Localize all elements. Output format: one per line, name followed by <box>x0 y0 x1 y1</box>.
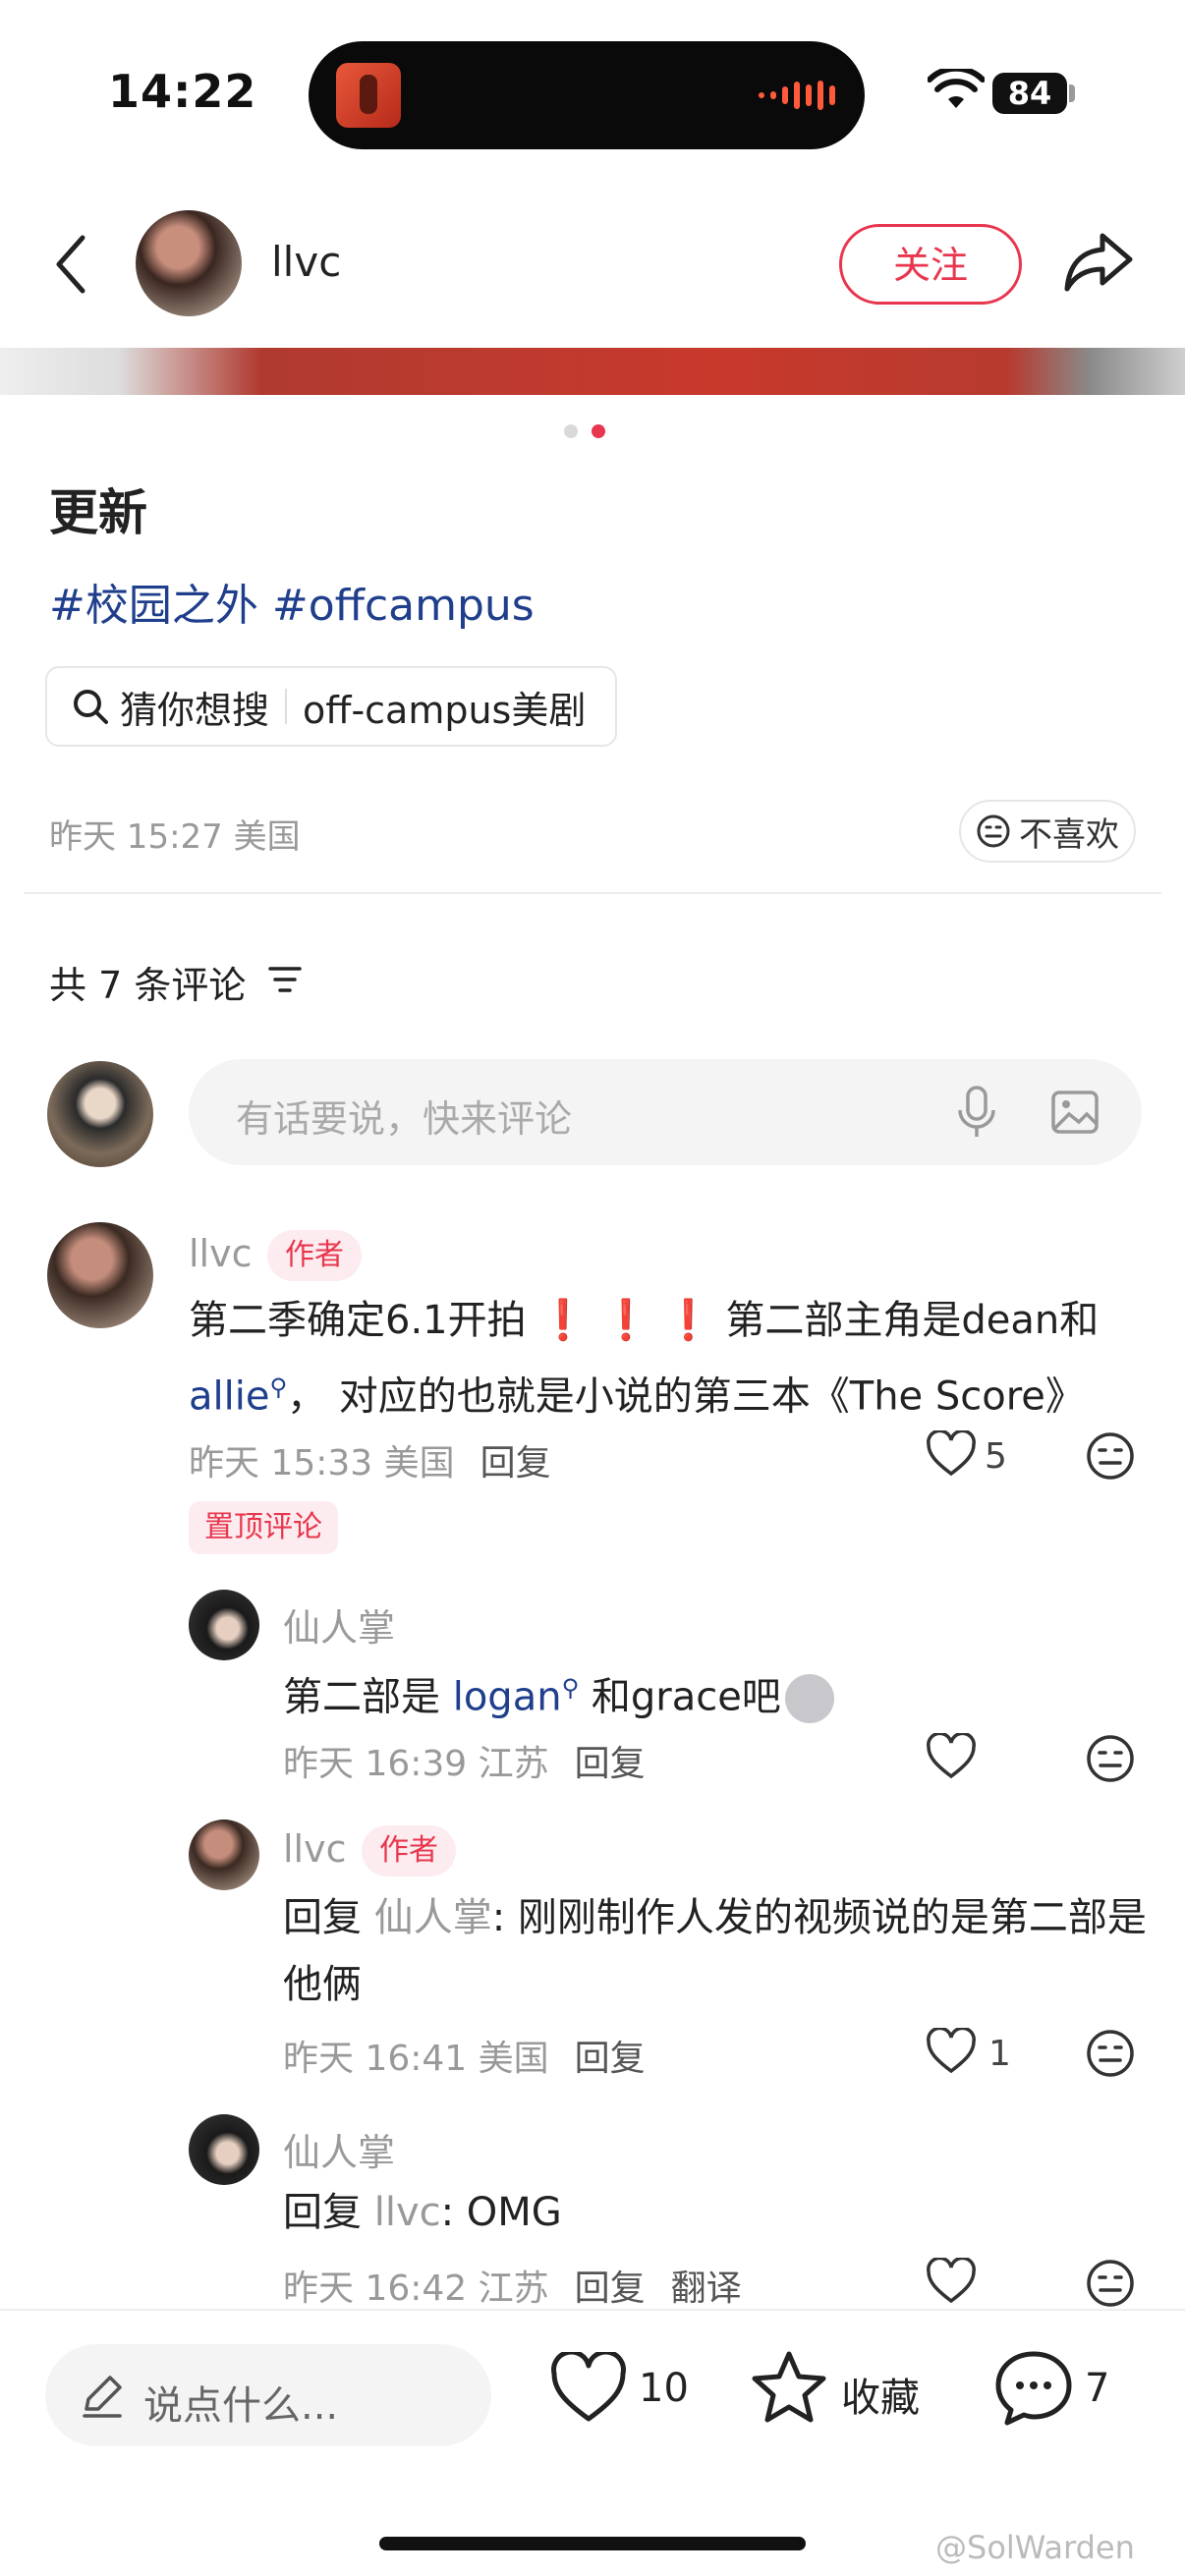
comment-text-part: 第二部是 <box>283 1674 440 1720</box>
search-link-icon: ⚲ <box>269 1373 288 1401</box>
author-name[interactable]: llvc <box>271 238 341 286</box>
post-title: 更新 <box>49 484 147 541</box>
battery-level: 84 <box>992 73 1067 114</box>
audio-wave-icon <box>759 81 835 110</box>
comment-avatar[interactable] <box>47 1222 153 1328</box>
like-heart-icon[interactable] <box>550 2352 627 2425</box>
comment-author-name[interactable]: llvc <box>189 1232 253 1275</box>
comment-meta: 昨天 16:42 江苏 回复 翻译 <box>283 2260 742 2311</box>
comment-text-part: 和grace吧 <box>591 1674 781 1720</box>
sort-filter-icon[interactable] <box>267 963 303 996</box>
microphone-icon[interactable] <box>955 1085 998 1140</box>
post-comment-count: 7 <box>1085 2366 1110 2411</box>
keyword-link[interactable]: logan <box>453 1674 562 1719</box>
post-hashtags[interactable]: #校园之外 #offcampus <box>49 570 535 633</box>
section-divider <box>24 892 1161 894</box>
reply-prefix: 回复 <box>283 1895 362 1940</box>
comment-author-name[interactable]: llvc <box>283 1827 347 1871</box>
search-icon <box>74 690 108 724</box>
say-something-placeholder: 说点什么... <box>143 2383 339 2429</box>
comment-input[interactable]: 有话要说，快来评论 <box>189 1059 1142 1165</box>
comment-text: 第二季确定6.1开拍 ❗ ❗ ❗ 第二部主角是dean和 allie⚲， 对应的… <box>189 1287 1132 1429</box>
author-badge: 作者 <box>267 1230 362 1281</box>
dislike-face-icon[interactable] <box>1085 1733 1136 1784</box>
now-playing-artwork <box>336 63 401 128</box>
post-date-location: 昨天 15:27 美国 <box>49 817 301 857</box>
dynamic-island[interactable] <box>309 41 865 149</box>
dislike-button[interactable]: 不喜欢 <box>959 800 1136 863</box>
comment-text: 第二部是 logan⚲ 和grace吧 <box>283 1654 834 1730</box>
back-arrow-icon[interactable] <box>49 232 92 297</box>
comment-text-part: : OMG <box>440 2190 562 2235</box>
star-icon[interactable] <box>751 2350 827 2425</box>
search-link-icon: ⚲ <box>561 1674 580 1702</box>
wifi-icon <box>928 69 985 108</box>
reply-prefix: 回复 <box>283 2190 362 2235</box>
pencil-icon <box>83 2376 122 2418</box>
status-time: 14:22 <box>108 65 257 118</box>
post-image-carousel[interactable] <box>0 348 1185 395</box>
carousel-indicator <box>564 424 605 438</box>
ghost-emoji <box>784 1674 834 1724</box>
heart-icon[interactable] <box>926 2028 977 2075</box>
comment-avatar[interactable] <box>189 1590 259 1660</box>
comment-avatar[interactable] <box>189 2114 259 2185</box>
author-avatar[interactable] <box>136 210 242 316</box>
comment-text: 回复 仙人掌: 刚刚制作人发的视频说的是第二部是他俩 <box>283 1884 1148 2018</box>
home-indicator[interactable] <box>379 2537 806 2550</box>
comment-meta: 昨天 15:33 美国 回复 <box>189 1434 551 1485</box>
comment-text-part: ， 对应的也就是小说的第三本《The Score》 <box>287 1373 1085 1420</box>
bottom-bar-divider <box>0 2309 1185 2311</box>
current-user-avatar <box>47 1061 153 1167</box>
dislike-label: 不喜欢 <box>1019 814 1119 855</box>
comment-input-placeholder: 有话要说，快来评论 <box>236 1097 573 1141</box>
dislike-face-icon[interactable] <box>1085 1430 1136 1482</box>
neutral-face-icon <box>977 814 1010 848</box>
like-count: 1 <box>988 2034 1011 2074</box>
reply-button[interactable]: 回复 <box>575 1744 646 1784</box>
comment-avatar[interactable] <box>189 1820 259 1890</box>
dislike-face-icon[interactable] <box>1085 2258 1136 2309</box>
like-count: 5 <box>985 1436 1007 1477</box>
comment-date: 昨天 16:39 江苏 <box>283 1744 549 1784</box>
search-separator <box>285 689 288 724</box>
comment-text: 回复 llvc: OMG <box>283 2179 562 2246</box>
share-icon[interactable] <box>1063 230 1134 295</box>
comment-bubble-icon[interactable] <box>994 2350 1073 2427</box>
keyword-link[interactable]: allie <box>189 1373 269 1419</box>
reply-button[interactable]: 回复 <box>575 2268 646 2309</box>
search-suggestion-query: off-campus美剧 <box>303 688 587 732</box>
comment-author-name[interactable]: 仙人掌 <box>283 2122 395 2176</box>
image-icon[interactable] <box>1049 1087 1100 1138</box>
translate-button[interactable]: 翻译 <box>671 2268 742 2309</box>
comment-meta: 昨天 16:41 美国 回复 <box>283 2030 646 2081</box>
watermark: @SolWarden <box>935 2529 1135 2566</box>
exclamation-emoji: ❗ ❗ ❗ <box>538 1298 713 1343</box>
comment-date: 昨天 15:33 美国 <box>189 1443 455 1484</box>
reply-button[interactable]: 回复 <box>575 2039 646 2079</box>
say-something-input[interactable]: 说点什么... <box>45 2344 491 2446</box>
author-badge: 作者 <box>362 1825 456 1876</box>
comment-text-part: 第二季确定6.1开拍 <box>189 1298 527 1343</box>
pinned-badge: 置顶评论 <box>189 1501 338 1554</box>
comment-author-name[interactable]: 仙人掌 <box>283 1597 395 1652</box>
follow-button[interactable]: 关注 <box>839 224 1022 305</box>
heart-icon[interactable] <box>926 2258 977 2305</box>
favorite-label[interactable]: 收藏 <box>841 2366 920 2423</box>
comment-count-label: 共 7 条评论 <box>49 964 247 1007</box>
comment-date: 昨天 16:42 江苏 <box>283 2268 549 2309</box>
heart-icon[interactable] <box>926 1430 977 1478</box>
comment-date: 昨天 16:41 美国 <box>283 2039 549 2079</box>
reply-button[interactable]: 回复 <box>480 1443 551 1484</box>
reply-target-name[interactable]: llvc <box>374 2190 441 2235</box>
search-suggestion-label: 猜你想搜 <box>120 688 270 732</box>
heart-icon[interactable] <box>926 1733 977 1780</box>
battery-tip <box>1069 84 1075 102</box>
comment-text-part: 第二部主角是dean和 <box>725 1298 1100 1343</box>
post-like-count: 10 <box>639 2366 689 2411</box>
search-suggestion[interactable]: 猜你想搜 off-campus美剧 <box>45 666 618 747</box>
dislike-face-icon[interactable] <box>1085 2028 1136 2079</box>
comment-meta: 昨天 16:39 江苏 回复 <box>283 1735 646 1786</box>
reply-target-name[interactable]: 仙人掌 <box>374 1895 492 1940</box>
